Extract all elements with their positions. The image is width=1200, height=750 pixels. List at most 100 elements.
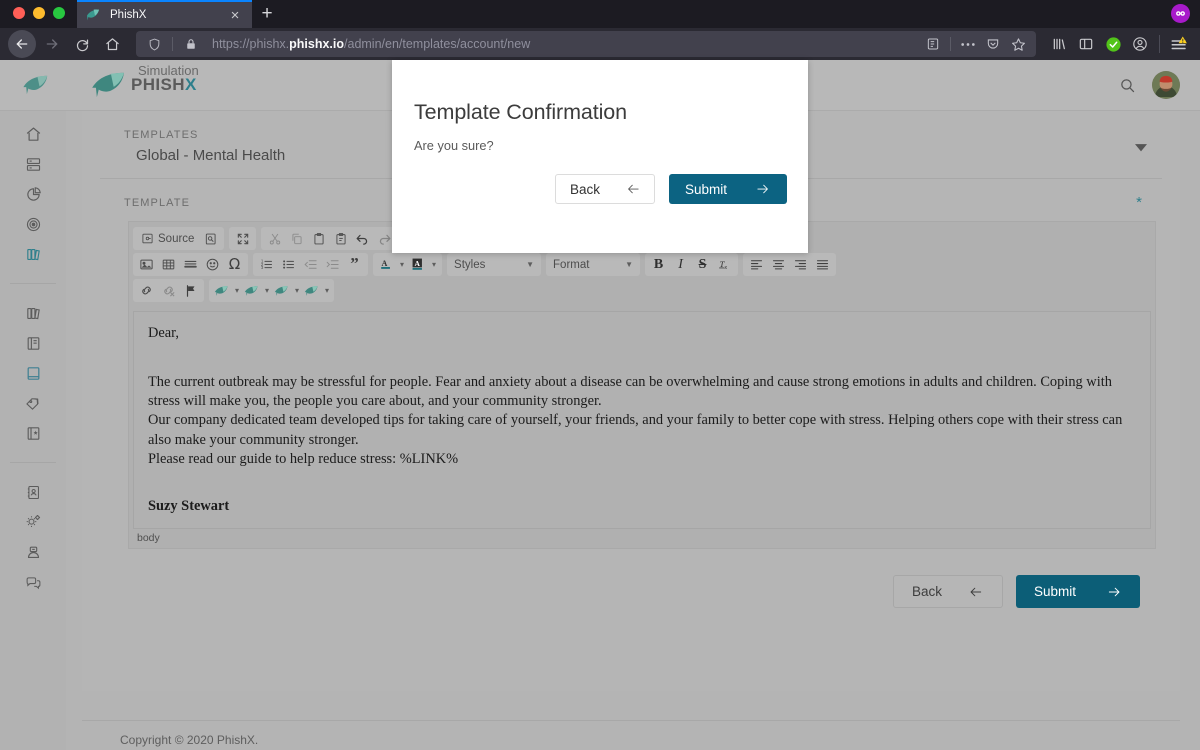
sidebar-item-assets[interactable] xyxy=(0,418,66,448)
cut-icon[interactable] xyxy=(264,228,285,249)
editor-group-maximize xyxy=(229,227,257,250)
more-icon[interactable] xyxy=(956,33,980,55)
close-icon[interactable]: × xyxy=(226,8,244,23)
sidebar-item-targets[interactable] xyxy=(0,209,66,239)
editor-toolbar-row-2: Ω 1 2 3 ” A ▾ A ▾ Styles ▼ Format ▼ B I … xyxy=(133,253,1151,276)
url-text: https://phishx.phishx.io/admin/en/templa… xyxy=(212,37,919,51)
editor-toolbar-row-3: ▾ ▾ ▾ ▾ xyxy=(133,279,1151,302)
back-button[interactable]: Back xyxy=(892,575,1003,609)
undo-icon[interactable] xyxy=(352,228,373,249)
submit-button[interactable]: Submit xyxy=(1015,575,1140,609)
templates-icon[interactable] xyxy=(200,228,221,249)
sidebar-icon[interactable] xyxy=(1073,31,1099,57)
format-dropdown[interactable]: Format ▼ xyxy=(546,253,641,276)
phishx-fish-icon-small[interactable] xyxy=(22,74,52,96)
reload-icon[interactable] xyxy=(68,30,96,58)
sidebar-item-tags[interactable] xyxy=(0,388,66,418)
pocket-icon[interactable] xyxy=(981,33,1005,55)
bold-button[interactable]: B xyxy=(648,254,669,275)
bulleted-list-icon[interactable] xyxy=(278,254,299,275)
back-arrow-icon[interactable] xyxy=(8,30,36,58)
paste-text-icon[interactable] xyxy=(330,228,351,249)
indent-icon[interactable] xyxy=(322,254,343,275)
footer-divider xyxy=(82,720,1180,721)
window-minimize-button[interactable] xyxy=(33,7,45,19)
svg-text:A: A xyxy=(414,259,420,268)
bookmark-star-icon[interactable] xyxy=(1006,33,1030,55)
source-button[interactable]: Source xyxy=(136,228,199,249)
link-icon[interactable] xyxy=(136,280,157,301)
align-left-icon[interactable] xyxy=(746,254,767,275)
reader-view-icon[interactable] xyxy=(921,33,945,55)
horizontal-rule-icon[interactable] xyxy=(180,254,201,275)
unlink-icon[interactable] xyxy=(158,280,179,301)
chevron-down-icon: ▾ xyxy=(295,286,300,295)
phish-var-4-dropdown[interactable]: ▾ xyxy=(302,280,331,301)
modal-back-button[interactable]: Back xyxy=(555,174,655,204)
sidebar-item-courses[interactable] xyxy=(0,298,66,328)
new-tab-button[interactable]: + xyxy=(252,0,282,28)
editor-group-links xyxy=(133,279,204,302)
sidebar-item-users[interactable] xyxy=(0,537,66,567)
text-color-icon[interactable]: A ▾ xyxy=(376,254,407,275)
chevron-down-icon: ▾ xyxy=(235,286,240,295)
strikethrough-button[interactable]: S xyxy=(692,254,713,275)
background-color-icon[interactable]: A ▾ xyxy=(408,254,439,275)
editor-content-area[interactable]: Dear, The current outbreak may be stress… xyxy=(133,311,1151,530)
sidebar-item-servers[interactable] xyxy=(0,149,66,179)
forward-arrow-icon[interactable] xyxy=(38,30,66,58)
sidebar-item-home[interactable] xyxy=(0,119,66,149)
align-center-icon[interactable] xyxy=(768,254,789,275)
sidebar-item-settings[interactable] xyxy=(0,507,66,537)
table-icon[interactable] xyxy=(158,254,179,275)
sidebar-item-content[interactable] xyxy=(0,328,66,358)
smiley-icon[interactable] xyxy=(202,254,223,275)
library-icon[interactable] xyxy=(1046,31,1072,57)
svg-text:x: x xyxy=(725,265,728,271)
anchor-flag-icon[interactable] xyxy=(180,280,201,301)
italic-button[interactable]: I xyxy=(670,254,691,275)
url-bar[interactable]: https://phishx.phishx.io/admin/en/templa… xyxy=(136,31,1036,57)
modal-submit-label: Submit xyxy=(685,181,728,197)
form-actions: Back Submit xyxy=(82,549,1180,609)
format-label: Format xyxy=(553,258,590,271)
home-icon[interactable] xyxy=(98,30,126,58)
window-close-button[interactable] xyxy=(13,7,25,19)
sidebar-item-messages[interactable] xyxy=(0,567,66,597)
modal-actions: Back Submit xyxy=(392,153,808,204)
browser-tab[interactable]: PhishX × xyxy=(77,0,252,28)
outdent-icon[interactable] xyxy=(300,254,321,275)
paste-icon[interactable] xyxy=(308,228,329,249)
omega-icon[interactable]: Ω xyxy=(224,254,245,275)
menu-icon[interactable] xyxy=(1166,31,1192,57)
account-icon[interactable] xyxy=(1127,31,1153,57)
blockquote-icon[interactable]: ” xyxy=(344,254,365,275)
firefox-monitor-icon[interactable] xyxy=(1171,4,1190,23)
align-justify-icon[interactable] xyxy=(812,254,833,275)
phish-var-1-dropdown[interactable]: ▾ xyxy=(212,280,241,301)
maximize-icon[interactable] xyxy=(232,228,253,249)
phish-var-2-dropdown[interactable]: ▾ xyxy=(242,280,271,301)
align-right-icon[interactable] xyxy=(790,254,811,275)
shield-icon[interactable] xyxy=(142,33,166,55)
modal-submit-button[interactable]: Submit xyxy=(669,174,787,204)
copy-icon[interactable] xyxy=(286,228,307,249)
sidebar-divider-2 xyxy=(10,462,56,463)
sidebar-item-contacts[interactable] xyxy=(0,477,66,507)
chevron-down-icon[interactable] xyxy=(1135,144,1147,152)
sidebar-item-reports[interactable] xyxy=(0,179,66,209)
image-icon[interactable] xyxy=(136,254,157,275)
sync-status-icon[interactable] xyxy=(1100,31,1126,57)
editor-blank-line xyxy=(148,343,1136,373)
remove-format-button[interactable]: T x xyxy=(714,254,735,275)
phish-var-3-dropdown[interactable]: ▾ xyxy=(272,280,301,301)
numbered-list-icon[interactable]: 1 2 3 xyxy=(256,254,277,275)
window-maximize-button[interactable] xyxy=(53,7,65,19)
sidebar-item-templates[interactable] xyxy=(0,358,66,388)
sidebar-item-library[interactable] xyxy=(0,239,66,269)
styles-dropdown[interactable]: Styles ▼ xyxy=(447,253,542,276)
lock-icon[interactable] xyxy=(179,33,203,55)
search-icon[interactable] xyxy=(1119,77,1136,94)
back-button-label: Back xyxy=(911,584,942,600)
avatar[interactable] xyxy=(1152,71,1180,99)
